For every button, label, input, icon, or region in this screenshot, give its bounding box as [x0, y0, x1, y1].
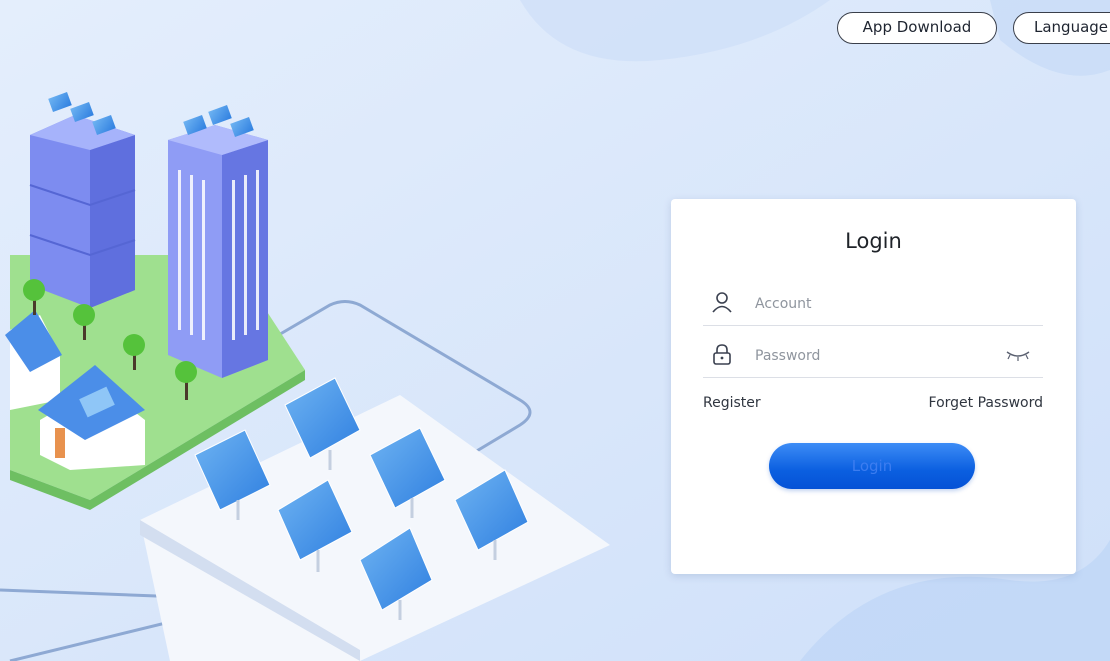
password-input[interactable]: [753, 341, 1007, 371]
login-card: Login Register Forget Password Login: [671, 199, 1076, 574]
password-field: [703, 333, 1043, 378]
register-link[interactable]: Register: [703, 395, 761, 411]
eye-closed-icon[interactable]: [1005, 348, 1031, 362]
login-title: Login: [845, 229, 902, 253]
auth-links: Register Forget Password: [703, 395, 1043, 415]
forget-password-link[interactable]: Forget Password: [929, 395, 1043, 411]
lock-icon: [713, 344, 731, 365]
account-field: [703, 281, 1043, 326]
app-download-button[interactable]: App Download: [837, 12, 997, 44]
user-icon: [712, 292, 732, 313]
login-button[interactable]: Login: [769, 443, 975, 489]
account-input[interactable]: [753, 289, 1007, 319]
language-button[interactable]: Language: [1013, 12, 1110, 44]
